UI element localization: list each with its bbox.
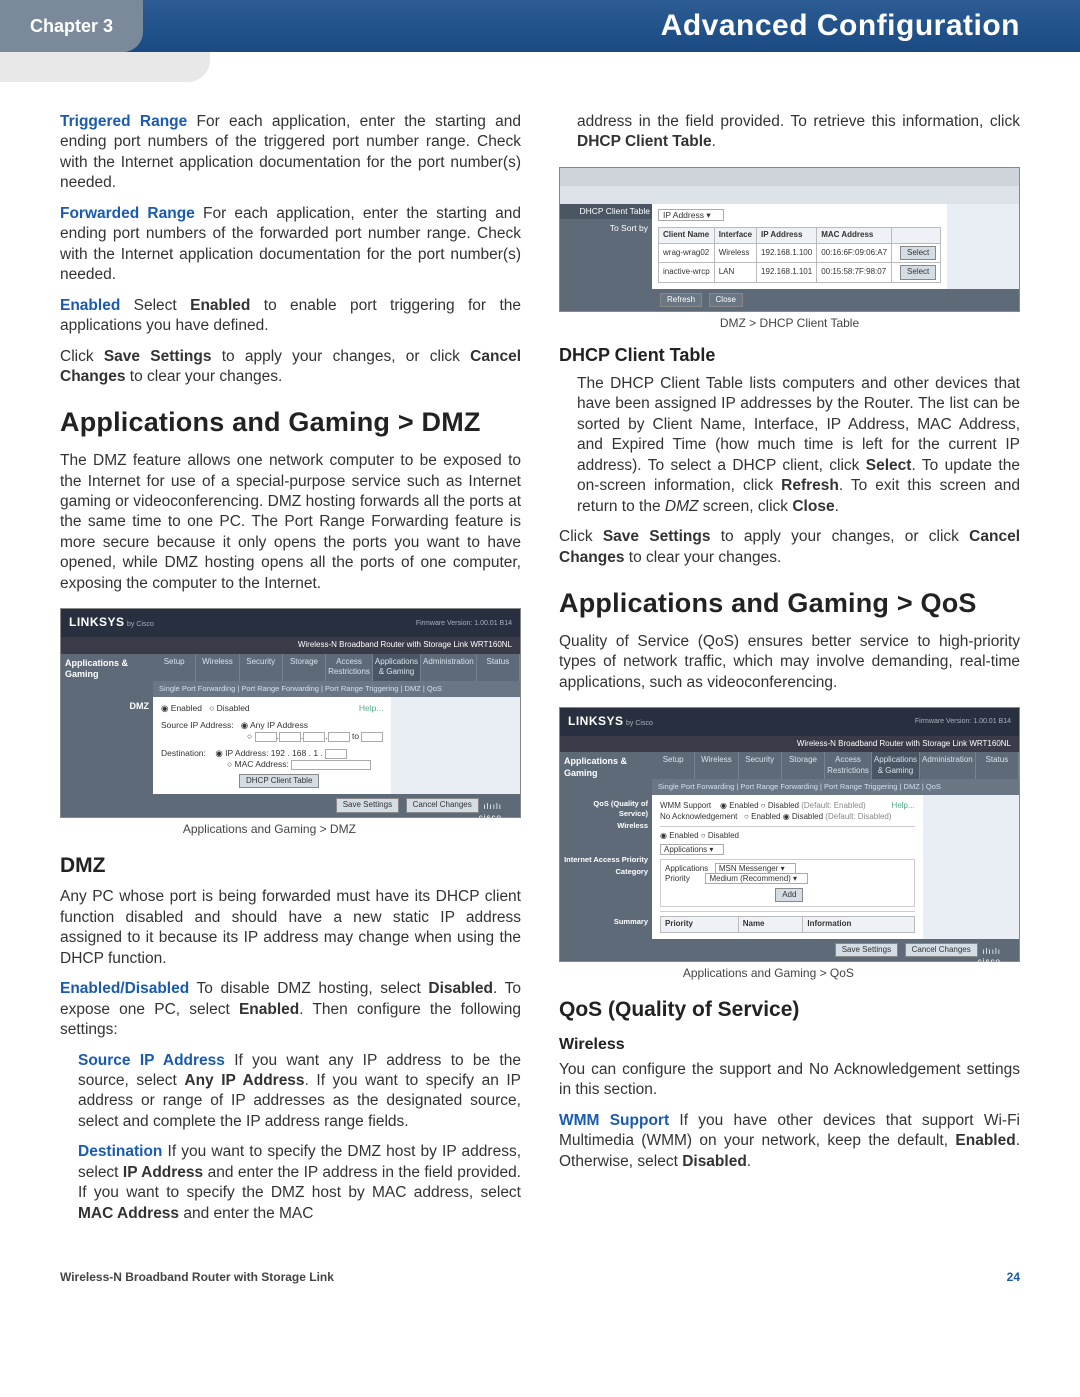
label-source-ip: Source IP Address (78, 1052, 225, 1069)
para-triggered-range: Triggered Range For each application, en… (60, 112, 521, 194)
heading-qos: QoS (Quality of Service) (559, 996, 1020, 1024)
heading-dmz: DMZ (60, 852, 521, 880)
figure-dmz-ui: LINKSYS by Cisco Firmware Version: 1.00.… (60, 608, 521, 818)
close-button[interactable]: Close (709, 293, 743, 308)
label-forwarded-range: Forwarded Range (60, 205, 195, 222)
right-column: address in the field provided. To retrie… (559, 112, 1020, 1234)
ui-dmz-body: ◉ Enabled ○ Disabled Help... Source IP A… (153, 697, 391, 795)
ui-side-label: Applications & Gaming (61, 654, 153, 697)
select-button[interactable]: Select (900, 265, 936, 280)
table-row: inactive-wrcpLAN192.168.1.10100:15:58:7F… (659, 263, 941, 283)
para-forwarded-range: Forwarded Range For each application, en… (60, 204, 521, 286)
page-number: 24 (1007, 1270, 1020, 1284)
router-title-bar: Wireless-N Broadband Router with Storage… (61, 637, 520, 654)
figure-dhcp-caption: DMZ > DHCP Client Table (559, 316, 1020, 332)
heading-apps-gaming-dmz: Applications and Gaming > DMZ (60, 405, 521, 441)
help-link[interactable]: Help... (892, 801, 915, 822)
page-title: Advanced Configuration (661, 9, 1020, 43)
help-link[interactable]: Help... (359, 703, 384, 714)
save-settings-button[interactable]: Save Settings (336, 798, 399, 813)
para-enabled-disabled: Enabled/Disabled To disable DMZ hosting,… (60, 979, 521, 1040)
heading-wireless: Wireless (559, 1034, 1020, 1055)
chapter-tab: Chapter 3 (0, 0, 143, 52)
para-save-cancel-2: Click Save Settings to apply your change… (559, 527, 1020, 568)
figure-qos-ui: LINKSYS by Cisco Firmware Version: 1.00.… (559, 707, 1020, 962)
para-enabled: Enabled Select Enabled to enable port tr… (60, 296, 521, 337)
page-footer: Wireless-N Broadband Router with Storage… (0, 1264, 1080, 1304)
label-wmm-support: WMM Support (559, 1112, 669, 1129)
ui-top-tabs[interactable]: SetupWirelessSecurityStorageAccess Restr… (153, 654, 520, 681)
label-enabled: Enabled (60, 297, 120, 314)
para-source-ip: Source IP Address If you want any IP add… (60, 1051, 521, 1133)
table-row: wrag-wrag02Wireless192.168.1.10000:16:6F… (659, 243, 941, 263)
sort-label: To Sort by (564, 223, 648, 234)
figure-dmz-caption: Applications and Gaming > DMZ (60, 822, 521, 838)
left-column: Triggered Range For each application, en… (60, 112, 521, 1234)
cancel-changes-button[interactable]: Cancel Changes (905, 943, 978, 958)
para-qos-intro: Quality of Service (QoS) ensures better … (559, 632, 1020, 693)
cisco-logo: ılıılıcisco (479, 798, 512, 823)
dhcp-client-table: Client NameInterfaceIP AddressMAC Addres… (658, 227, 941, 283)
para-dmz-dhcp: Any PC whose port is being forwarded mus… (60, 887, 521, 969)
refresh-button[interactable]: Refresh (660, 293, 702, 308)
firmware-version: Firmware Version: 1.00.01 B14 (416, 619, 512, 628)
cancel-changes-button[interactable]: Cancel Changes (406, 798, 479, 813)
dhcp-side-title: DHCP Client Table (560, 204, 652, 219)
cisco-logo: ılıılıcisco (978, 943, 1011, 968)
para-dhcp-continuation: address in the field provided. To retrie… (559, 112, 1020, 153)
brand-logo: LINKSYS (568, 714, 624, 728)
ui-side-label: Applications & Gaming (560, 752, 652, 795)
para-dhcp-desc: The DHCP Client Table lists computers an… (559, 374, 1020, 517)
para-save-cancel-1: Click Save Settings to apply your change… (60, 347, 521, 388)
sort-select[interactable]: IP Address ▾ (658, 209, 724, 221)
para-destination: Destination If you want to specify the D… (60, 1142, 521, 1224)
firmware-version: Firmware Version: 1.00.01 B14 (915, 717, 1011, 726)
figure-qos-caption: Applications and Gaming > QoS (559, 966, 1020, 982)
heading-dhcp-client-table: DHCP Client Table (559, 344, 1020, 368)
select-button[interactable]: Select (900, 246, 936, 261)
chapter-tab-extension (0, 52, 210, 82)
router-title-bar: Wireless-N Broadband Router with Storage… (560, 736, 1019, 753)
page-header: Chapter 3 Advanced Configuration (0, 0, 1080, 52)
app-select[interactable]: MSN Messenger ▾ (715, 863, 796, 874)
heading-apps-gaming-qos: Applications and Gaming > QoS (559, 586, 1020, 622)
save-settings-button[interactable]: Save Settings (835, 943, 898, 958)
ui-top-tabs[interactable]: SetupWirelessSecurityStorageAccess Restr… (652, 752, 1019, 779)
footer-left: Wireless-N Broadband Router with Storage… (60, 1270, 334, 1284)
brand-logo: LINKSYS (69, 615, 125, 629)
priority-select[interactable]: Medium (Recommend) ▾ (705, 873, 808, 884)
para-wireless-intro: You can configure the support and No Ack… (559, 1060, 1020, 1101)
dhcp-client-table-button[interactable]: DHCP Client Table (239, 774, 319, 789)
ui-sub-tabs[interactable]: Single Port Forwarding | Port Range Forw… (652, 779, 1019, 795)
para-wmm-support: WMM Support If you have other devices th… (559, 1111, 1020, 1172)
para-dmz-intro: The DMZ feature allows one network compu… (60, 451, 521, 594)
label-triggered-range: Triggered Range (60, 113, 187, 130)
category-select[interactable]: Applications ▾ (660, 844, 724, 855)
label-destination: Destination (78, 1143, 162, 1160)
add-button[interactable]: Add (775, 888, 803, 903)
figure-dhcp-table: DHCP Client Table To Sort by IP Address … (559, 167, 1020, 312)
label-enabled-disabled: Enabled/Disabled (60, 980, 189, 997)
ui-section-dmz: DMZ (61, 697, 153, 795)
ui-sub-tabs[interactable]: Single Port Forwarding | Port Range Forw… (153, 681, 520, 697)
